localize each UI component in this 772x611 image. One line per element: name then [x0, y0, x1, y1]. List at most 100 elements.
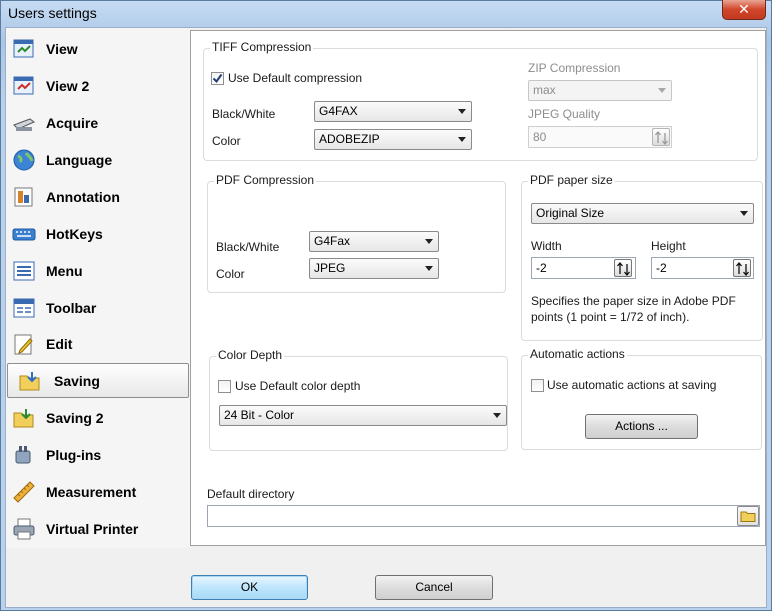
sidebar-item-hotkeys[interactable]: HotKeys [6, 216, 190, 251]
chevron-down-icon [740, 211, 748, 216]
tiff-use-default-label: Use Default compression [228, 71, 363, 85]
color-depth-value: 24 Bit - Color [224, 408, 295, 422]
color-depth-select[interactable]: 24 Bit - Color [219, 405, 507, 426]
paper-height-value: -2 [656, 261, 667, 275]
ruler-icon [12, 480, 36, 504]
sidebar-item-plug-ins[interactable]: Plug-ins [6, 437, 190, 472]
tiff-bw-value: G4FAX [319, 104, 358, 118]
sidebar-item-annotation[interactable]: Annotation [6, 179, 190, 214]
cancel-button[interactable]: Cancel [375, 575, 493, 600]
jpeg-quality-input[interactable]: 80 [528, 126, 672, 148]
paper-size-value: Original Size [536, 206, 605, 220]
sidebar-item-label: Saving [54, 372, 100, 389]
tiff-color-select[interactable]: ADOBEZIP [314, 129, 472, 150]
pdf-bw-select[interactable]: G4Fax [309, 231, 439, 252]
chevron-down-icon [658, 88, 666, 93]
sidebar-item-label: Acquire [46, 114, 99, 131]
pdf-color-value: JPEG [314, 261, 346, 275]
plugin-icon [12, 443, 36, 467]
folder-icon [740, 511, 756, 522]
sidebar-item-label: Virtual Printer [46, 520, 139, 537]
sidebar-item-label: Toolbar [46, 299, 97, 316]
sidebar-item-toolbar[interactable]: Toolbar [6, 290, 190, 325]
sidebar-item-edit[interactable]: Edit [6, 326, 190, 361]
annotation-icon [12, 185, 36, 209]
printer-icon [12, 517, 36, 541]
toolbar-icon [12, 296, 36, 320]
paper-size-select[interactable]: Original Size [531, 203, 754, 224]
pdf-bw-label: Black/White [216, 240, 280, 254]
browse-folder-button[interactable] [737, 506, 759, 526]
ok-button[interactable]: OK [191, 575, 308, 600]
sidebar-item-measurement[interactable]: Measurement [6, 474, 190, 509]
default-directory-input[interactable] [207, 505, 760, 527]
use-automatic-actions-label: Use automatic actions at saving [547, 378, 717, 392]
checkmark-icon [212, 73, 223, 84]
paper-height-spinner[interactable] [733, 259, 751, 277]
sidebar-item-label: Saving 2 [46, 409, 104, 426]
tiff-color-label: Color [212, 134, 241, 148]
paper-size-description-line1: Specifies the paper size in Adobe PDF [531, 294, 736, 308]
spin-arrows-icon [617, 261, 630, 277]
default-directory-label: Default directory [207, 487, 295, 501]
color-depth-title: Color Depth [216, 348, 285, 362]
menu-icon [12, 259, 36, 283]
sidebar-item-virtual-printer[interactable]: Virtual Printer [6, 511, 190, 546]
paper-size-description-line2: points (1 point = 1/72 of inch). [531, 310, 690, 324]
pdf-color-select[interactable]: JPEG [309, 258, 439, 279]
jpeg-quality-label: JPEG Quality [528, 107, 601, 121]
pdf-compression-title: PDF Compression [214, 173, 317, 187]
sidebar-item-view[interactable]: View [6, 31, 190, 66]
title-bar[interactable]: Users settings ✕ [1, 0, 771, 27]
tiff-bw-select[interactable]: G4FAX [314, 101, 472, 122]
sidebar-item-saving-2[interactable]: Saving 2 [6, 400, 190, 435]
close-button[interactable]: ✕ [722, 0, 766, 20]
paper-width-spinner[interactable] [614, 259, 632, 277]
globe-icon [12, 148, 36, 172]
sidebar-item-label: Measurement [46, 483, 137, 500]
chevron-down-icon [493, 413, 501, 418]
sidebar-item-label: View [46, 40, 78, 57]
window-title: Users settings [8, 5, 97, 21]
sidebar-item-label: Menu [46, 262, 83, 279]
sidebar-item-language[interactable]: Language [6, 142, 190, 177]
zip-compression-value: max [533, 83, 556, 97]
folder-save-icon [18, 369, 42, 393]
sidebar-item-label: Language [46, 151, 113, 168]
zip-compression-label: ZIP Compression [528, 61, 621, 75]
tiff-compression-group: TIFF Compression Use Default compression… [203, 40, 758, 161]
color-depth-group: Color Depth Use Default color depth 24 B… [209, 348, 508, 451]
automatic-actions-title: Automatic actions [528, 347, 627, 361]
sidebar-item-label: Annotation [46, 188, 120, 205]
tiff-bw-label: Black/White [212, 107, 276, 121]
jpeg-quality-spinner[interactable] [652, 128, 670, 146]
spin-arrows-icon [655, 130, 668, 146]
sidebar-item-menu[interactable]: Menu [6, 253, 190, 288]
sidebar-item-label: Plug-ins [46, 446, 102, 463]
tiff-use-default-checkbox[interactable] [211, 72, 224, 85]
sidebar-item-view-2[interactable]: View 2 [6, 68, 190, 103]
sidebar-item-acquire[interactable]: Acquire [6, 105, 190, 140]
users-settings-window: Users settings ✕ View View 2 Acquire Lan… [0, 0, 772, 611]
sidebar-item-label: View 2 [46, 77, 90, 94]
tiff-color-value: ADOBEZIP [319, 132, 380, 146]
actions-button[interactable]: Actions ... [585, 414, 698, 439]
zip-compression-select[interactable]: max [528, 80, 672, 101]
pdf-bw-value: G4Fax [314, 234, 351, 248]
chevron-down-icon [458, 137, 466, 142]
settings-sidebar: View View 2 Acquire Language Annotation … [6, 28, 190, 548]
jpeg-quality-value: 80 [533, 130, 547, 144]
sidebar-item-label: Edit [46, 335, 73, 352]
spin-arrows-icon [736, 261, 749, 277]
chevron-down-icon [425, 239, 433, 244]
use-default-color-depth-checkbox[interactable] [218, 380, 231, 393]
view2-icon [12, 74, 36, 98]
folder-save2-icon [12, 406, 36, 430]
view-icon [12, 37, 36, 61]
pdf-compression-group: PDF Compression Black/White G4Fax Color … [207, 173, 506, 293]
chevron-down-icon [425, 266, 433, 271]
paper-height-label: Height [651, 239, 686, 253]
sidebar-item-saving[interactable]: Saving [7, 363, 189, 398]
sidebar-item-label: HotKeys [46, 225, 103, 242]
use-automatic-actions-checkbox[interactable] [531, 379, 544, 392]
